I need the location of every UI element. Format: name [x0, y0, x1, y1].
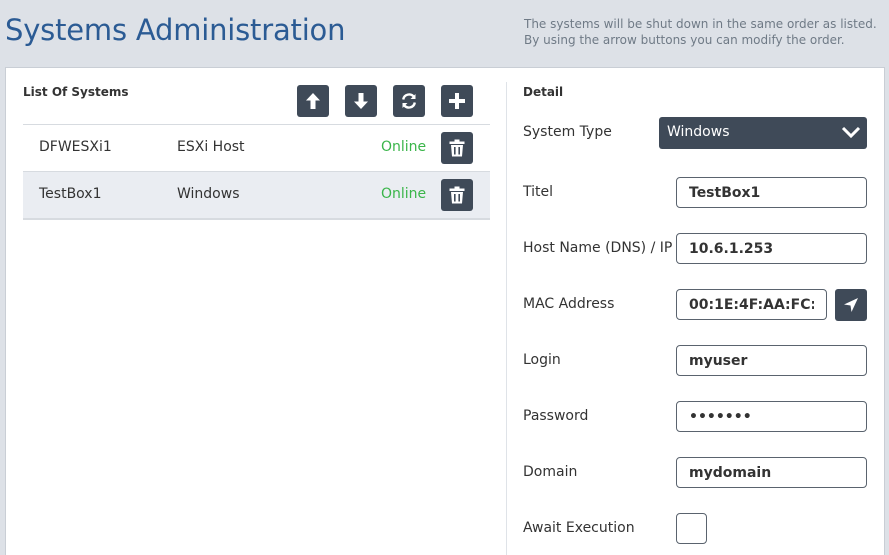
- panel-divider: [506, 82, 507, 555]
- detail-title: Detail: [523, 85, 564, 99]
- arrow-down-icon: [354, 93, 368, 109]
- move-up-button[interactable]: [297, 85, 329, 117]
- host-label: Host Name (DNS) / IP: [523, 240, 673, 256]
- titel-input[interactable]: [676, 177, 867, 208]
- plus-icon: [449, 93, 465, 109]
- table-row[interactable]: DFWESXi1 ESXi Host Online: [23, 124, 490, 171]
- add-system-button[interactable]: [441, 85, 473, 117]
- system-type-select[interactable]: Windows: [659, 117, 867, 149]
- delete-system-button[interactable]: [441, 179, 473, 211]
- system-type-label: System Type: [523, 124, 612, 140]
- domain-label: Domain: [523, 464, 578, 480]
- detect-mac-button[interactable]: [835, 289, 867, 321]
- await-execution-label: Await Execution: [523, 520, 635, 536]
- domain-input[interactable]: [676, 457, 867, 488]
- login-label: Login: [523, 352, 561, 368]
- system-type: ESXi Host: [177, 139, 245, 155]
- system-type-value: Windows: [667, 124, 730, 140]
- table-row[interactable]: TestBox1 Windows Online: [23, 171, 490, 218]
- host-input[interactable]: [676, 233, 867, 264]
- status-badge: Online: [381, 139, 427, 155]
- refresh-icon: [402, 93, 416, 109]
- list-title: List Of Systems: [23, 85, 129, 99]
- await-execution-checkbox[interactable]: [676, 513, 707, 544]
- system-name: TestBox1: [39, 186, 102, 202]
- location-arrow-icon: [844, 298, 858, 312]
- move-down-button[interactable]: [345, 85, 377, 117]
- trash-icon: [449, 139, 465, 157]
- system-type: Windows: [177, 186, 240, 202]
- mac-input[interactable]: [676, 289, 827, 320]
- chevron-down-icon: [841, 126, 861, 139]
- page-title: Systems Administration: [5, 13, 346, 47]
- password-label: Password: [523, 408, 589, 424]
- list-divider: [23, 218, 490, 220]
- trash-icon: [449, 186, 465, 204]
- systems-panel: List Of Systems DFWESXi1 ESXi Host Onlin…: [5, 67, 885, 555]
- order-hint: The systems will be shut down in the sam…: [524, 17, 877, 47]
- arrow-up-icon: [306, 93, 320, 109]
- login-input[interactable]: [676, 345, 867, 376]
- refresh-button[interactable]: [393, 85, 425, 117]
- system-name: DFWESXi1: [39, 139, 112, 155]
- delete-system-button[interactable]: [441, 132, 473, 164]
- password-input[interactable]: [676, 401, 867, 432]
- status-badge: Online: [381, 186, 427, 202]
- mac-label: MAC Address: [523, 296, 615, 312]
- titel-label: Titel: [523, 184, 554, 200]
